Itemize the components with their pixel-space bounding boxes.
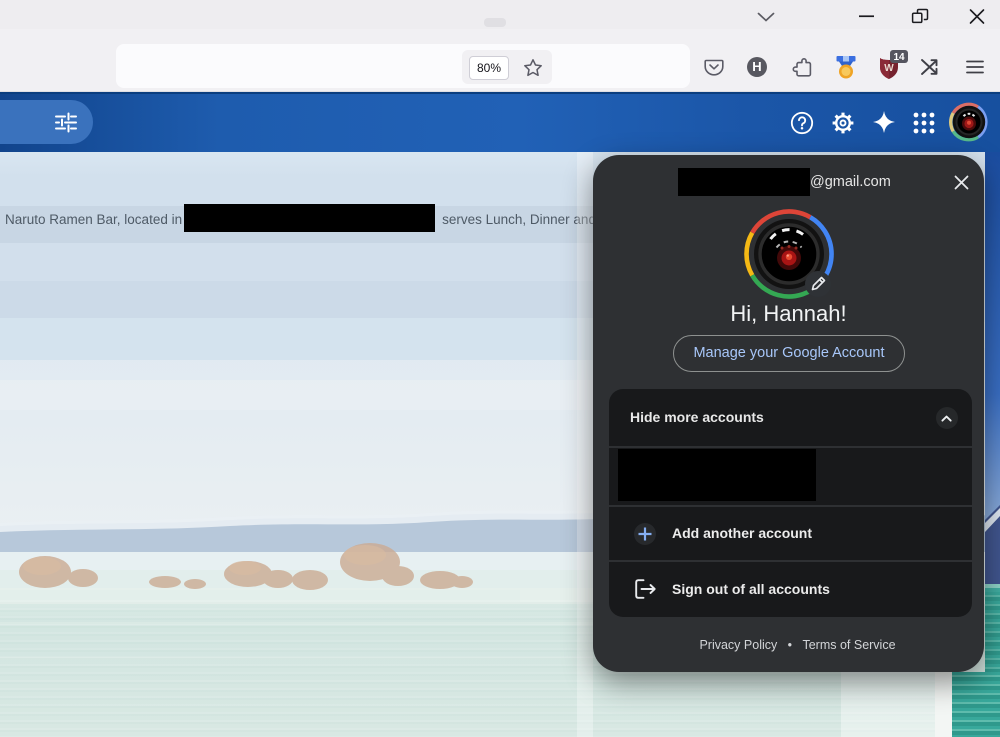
svg-text:14: 14 xyxy=(893,52,905,63)
svg-text:W: W xyxy=(884,63,894,74)
